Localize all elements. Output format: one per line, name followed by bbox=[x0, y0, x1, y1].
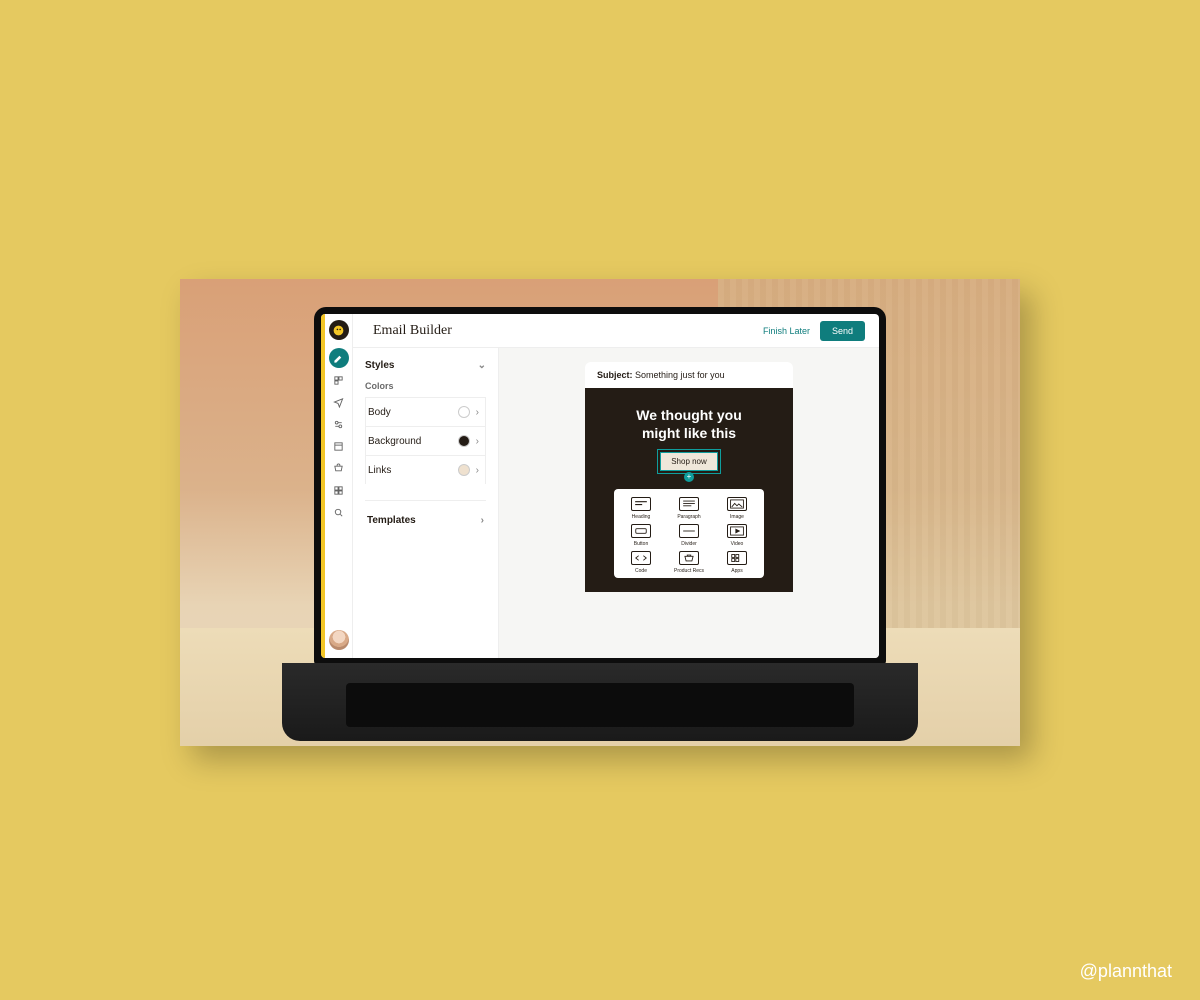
email-subject-bar[interactable]: Subject: Something just for you bbox=[585, 362, 793, 388]
nav-content-icon[interactable] bbox=[329, 436, 349, 456]
chevron-right-icon: › bbox=[476, 436, 479, 447]
watermark: @plannthat bbox=[1080, 961, 1172, 982]
email-body: We thought you might like this Shop now … bbox=[585, 388, 793, 592]
swatch-background bbox=[458, 435, 470, 447]
email-canvas: Subject: Something just for you We thoug… bbox=[499, 348, 879, 658]
color-row-label: Background bbox=[368, 436, 421, 447]
swatch-body bbox=[458, 406, 470, 418]
app-screen: Email Builder Finish Later Send Styles ⌄ bbox=[321, 314, 879, 658]
workspace: Styles ⌄ Colors Body › bbox=[353, 348, 879, 658]
styles-section-toggle[interactable]: Styles ⌄ bbox=[365, 360, 486, 371]
block-code[interactable]: Code bbox=[620, 551, 662, 574]
video-icon bbox=[727, 524, 747, 538]
block-image[interactable]: Image bbox=[716, 497, 758, 520]
block-video[interactable]: Video bbox=[716, 524, 758, 547]
chevron-down-icon: ⌄ bbox=[478, 360, 486, 371]
block-picker: Heading Paragraph Image bbox=[614, 489, 764, 578]
email-cta-button[interactable]: Shop now + bbox=[660, 452, 718, 471]
block-paragraph[interactable]: Paragraph bbox=[668, 497, 710, 520]
nav-commerce-icon[interactable] bbox=[329, 458, 349, 478]
apps-icon bbox=[727, 551, 747, 565]
templates-label: Templates bbox=[367, 515, 416, 526]
chevron-right-icon: › bbox=[476, 465, 479, 476]
laptop: Email Builder Finish Later Send Styles ⌄ bbox=[314, 307, 886, 747]
color-row-label: Body bbox=[368, 407, 391, 418]
color-row-label: Links bbox=[368, 465, 391, 476]
styles-label: Styles bbox=[365, 360, 394, 371]
add-block-icon[interactable]: + bbox=[684, 472, 694, 482]
nav-campaigns-icon[interactable] bbox=[329, 392, 349, 412]
user-avatar[interactable] bbox=[329, 630, 349, 650]
templates-section-toggle[interactable]: Templates › bbox=[365, 500, 486, 526]
keyboard-keys bbox=[346, 683, 854, 727]
laptop-keyboard bbox=[282, 663, 918, 741]
image-icon bbox=[727, 497, 747, 511]
chevron-right-icon: › bbox=[481, 515, 484, 526]
laptop-bezel: Email Builder Finish Later Send Styles ⌄ bbox=[314, 307, 886, 665]
page-title: Email Builder bbox=[373, 323, 452, 339]
paragraph-icon bbox=[679, 497, 699, 511]
email-preview: Subject: Something just for you We thoug… bbox=[585, 362, 793, 658]
nav-integrations-icon[interactable] bbox=[329, 480, 349, 500]
product-icon bbox=[679, 551, 699, 565]
nav-rail bbox=[325, 314, 353, 658]
nav-automations-icon[interactable] bbox=[329, 414, 349, 434]
main-area: Email Builder Finish Later Send Styles ⌄ bbox=[353, 314, 879, 658]
styles-panel: Styles ⌄ Colors Body › bbox=[353, 348, 499, 658]
color-row-body[interactable]: Body › bbox=[365, 397, 486, 426]
photo-card: Email Builder Finish Later Send Styles ⌄ bbox=[180, 279, 1020, 746]
color-row-background[interactable]: Background › bbox=[365, 426, 486, 455]
chevron-right-icon: › bbox=[476, 407, 479, 418]
finish-later-link[interactable]: Finish Later bbox=[763, 326, 810, 336]
block-product-recs[interactable]: Product Recs bbox=[668, 551, 710, 574]
send-button[interactable]: Send bbox=[820, 321, 865, 341]
heading-icon bbox=[631, 497, 651, 511]
color-row-links[interactable]: Links › bbox=[365, 455, 486, 484]
nav-search-icon[interactable] bbox=[329, 502, 349, 522]
block-button[interactable]: Button bbox=[620, 524, 662, 547]
subject-prefix: Subject: bbox=[597, 370, 633, 380]
block-heading[interactable]: Heading bbox=[620, 497, 662, 520]
nav-create-icon[interactable] bbox=[329, 348, 349, 368]
block-apps[interactable]: Apps bbox=[716, 551, 758, 574]
divider-icon bbox=[679, 524, 699, 538]
code-icon bbox=[631, 551, 651, 565]
button-icon bbox=[631, 524, 651, 538]
swatch-links bbox=[458, 464, 470, 476]
subject-text: Something just for you bbox=[635, 370, 725, 380]
top-bar: Email Builder Finish Later Send bbox=[353, 314, 879, 348]
block-divider[interactable]: Divider bbox=[668, 524, 710, 547]
nav-audience-icon[interactable] bbox=[329, 370, 349, 390]
colors-label: Colors bbox=[365, 381, 486, 391]
mailchimp-logo[interactable] bbox=[329, 320, 349, 340]
email-headline[interactable]: We thought you might like this bbox=[636, 406, 742, 442]
